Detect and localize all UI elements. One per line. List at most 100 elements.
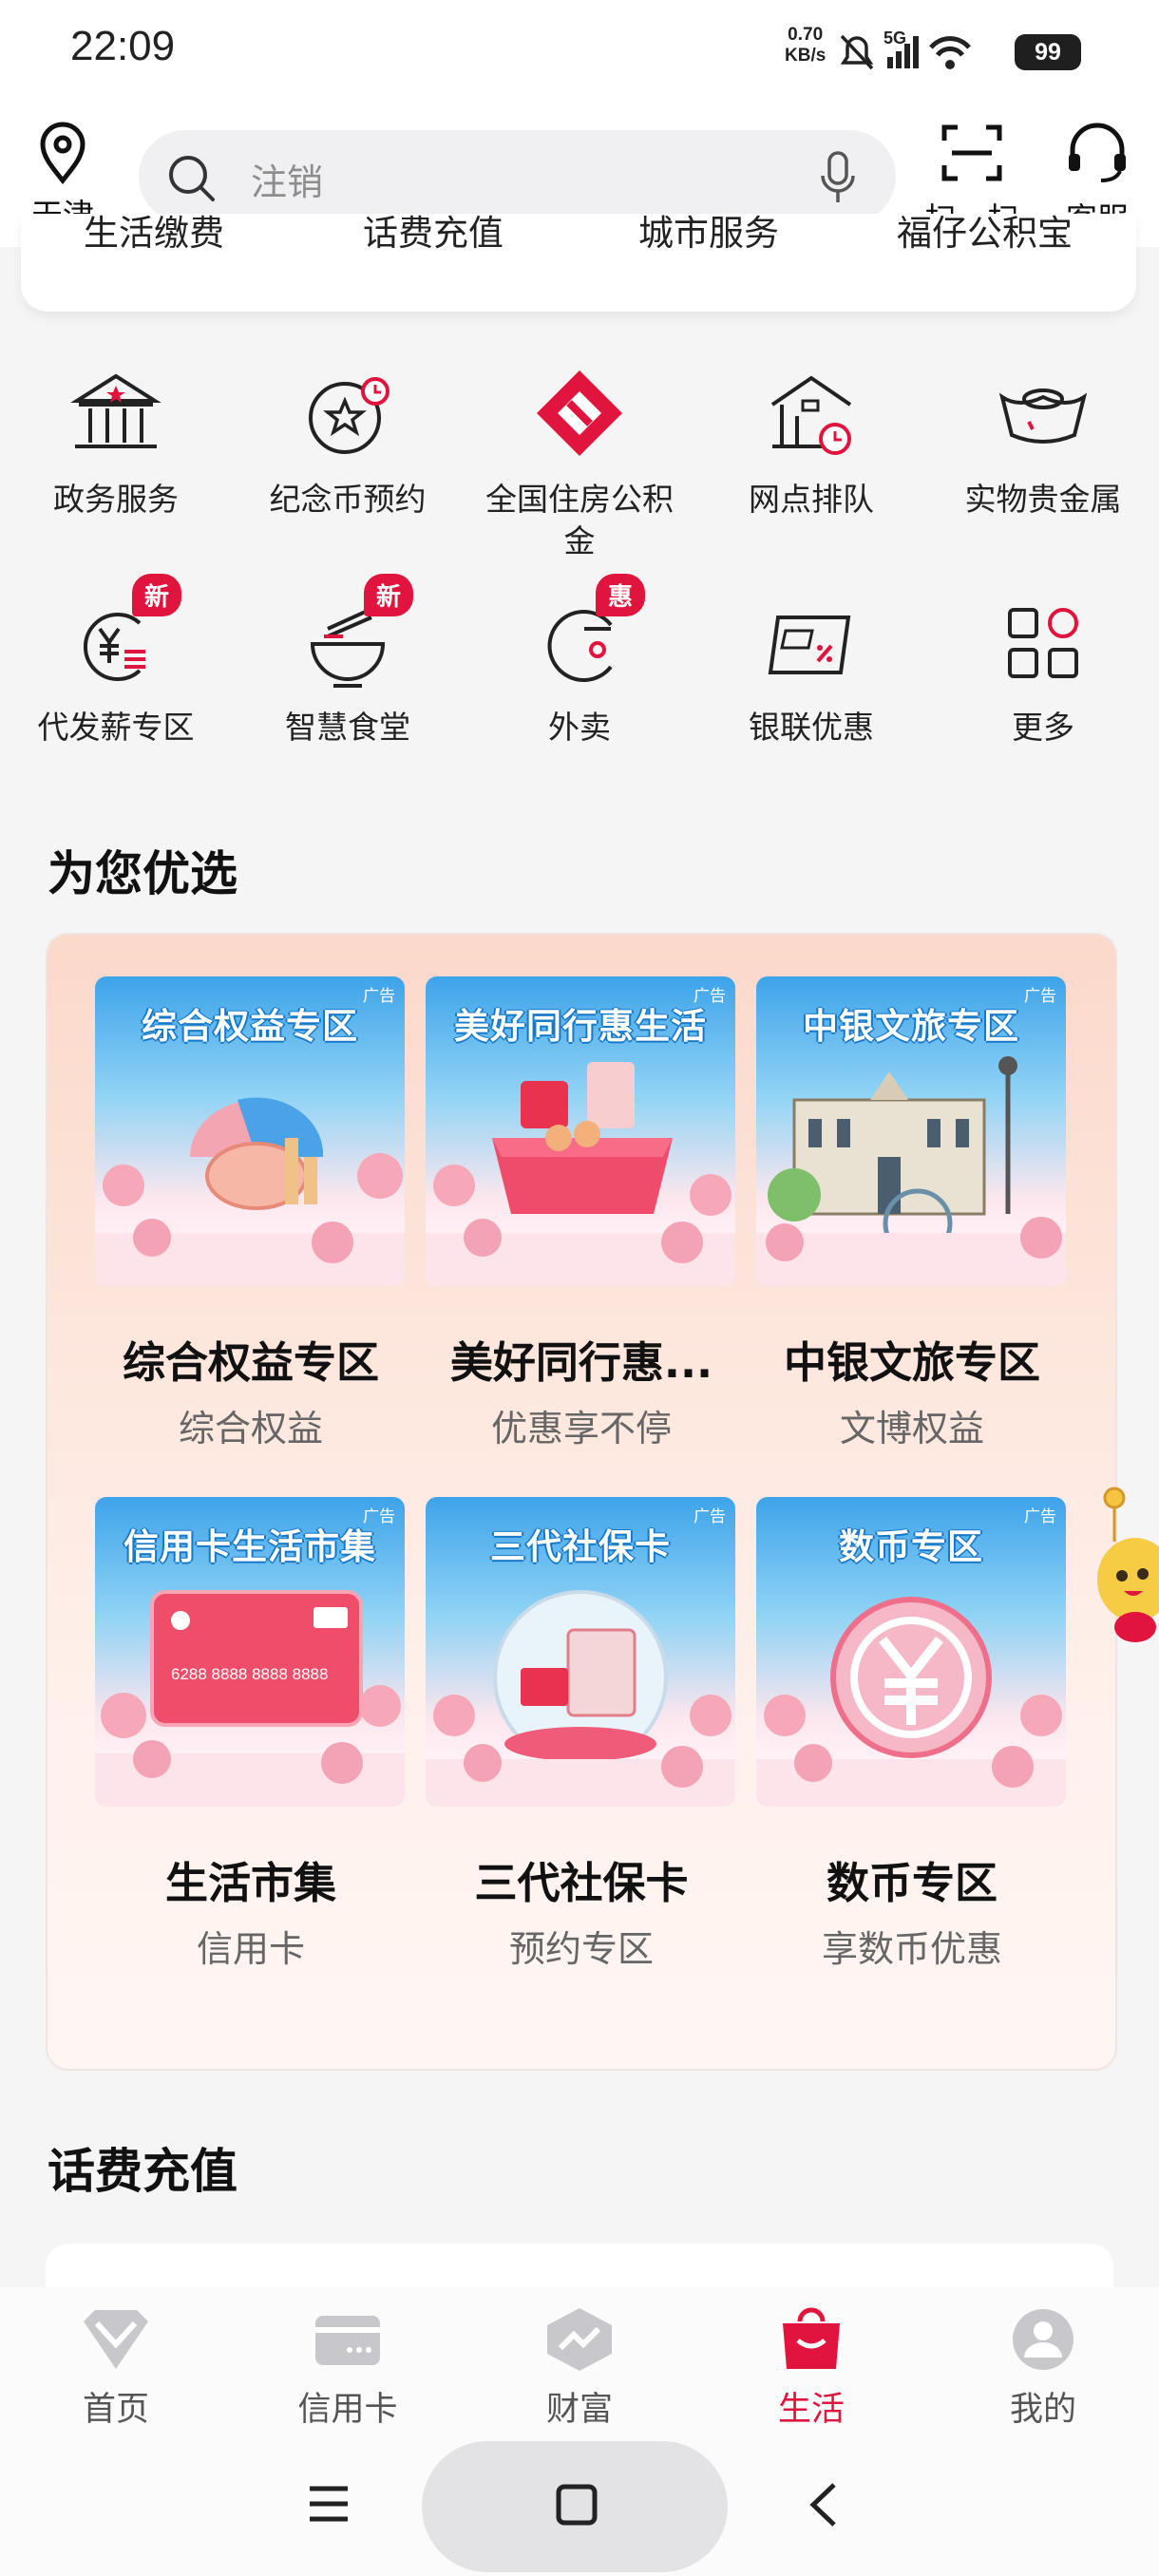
scan-icon	[941, 124, 1002, 181]
ad-tag: 广告	[694, 987, 726, 1006]
service-label: 网点排队	[749, 481, 874, 518]
ad-tag: 广告	[1024, 987, 1056, 1006]
tab-mine[interactable]: 我的	[948, 2306, 1138, 2431]
recommend-card[interactable]: 中银文旅专区 广告 中银文旅专区 文博权益	[756, 976, 1068, 1451]
location-pin-icon	[40, 122, 86, 184]
service-precious-metal[interactable]: 实物贵金属	[929, 363, 1157, 521]
recommend-card-subtitle: 享数币优惠	[821, 1928, 1002, 1970]
microphone-icon[interactable]	[819, 149, 857, 206]
recommend-card-subtitle: 预约专区	[508, 1928, 654, 1970]
recommend-panel: 综合权益专区 广告 综合权益专区 综合权益 美好同行惠生活 广告 美好同行惠..…	[46, 933, 1117, 2071]
service-salary[interactable]: 新 代发薪专区	[2, 574, 230, 748]
search-input[interactable]: 注销	[139, 130, 896, 223]
tab-wealth[interactable]: 财富	[484, 2306, 674, 2431]
recommend-card-subtitle: 信用卡	[196, 1928, 305, 1970]
recommend-card-subtitle: 优惠享不停	[490, 1408, 672, 1449]
service-commemorative-coin[interactable]: 纪念币预约	[234, 363, 462, 521]
category-strip-item[interactable]: 福仔公积宝	[897, 214, 1073, 256]
recommend-card-name: 数币专区	[826, 1858, 998, 1908]
search-icon	[169, 156, 215, 201]
category-strip-item[interactable]: 话费充值	[363, 214, 504, 256]
promo-image: 综合权益专区 广告	[95, 976, 405, 1286]
svg-text:6288 8888 8888 8888: 6288 8888 8888 8888	[171, 1665, 328, 1683]
service-label: 全国住房公积金	[485, 481, 674, 559]
service-housing-fund[interactable]: 全国住房公积金	[466, 363, 694, 562]
digital-yuan-illustration	[756, 1597, 1066, 1807]
floating-mascot[interactable]	[1090, 1485, 1159, 1675]
tab-credit-card[interactable]: 信用卡	[253, 2306, 443, 2431]
mascot-icon	[1097, 1487, 1159, 1642]
recommend-card-name: 综合权益专区	[122, 1337, 379, 1388]
government-building-icon	[70, 373, 162, 448]
menu-icon[interactable]	[306, 2483, 352, 2525]
service-label: 智慧食堂	[285, 709, 410, 746]
service-label: 实物贵金属	[964, 481, 1122, 518]
service-canteen[interactable]: 新 智慧食堂	[234, 574, 462, 748]
topup-title: 话费充值	[48, 2144, 238, 2199]
signal-5g-label: 5G	[884, 28, 906, 47]
commemorative-coin-icon	[309, 377, 390, 454]
wifi-icon	[929, 36, 971, 69]
promo-image-title: 三代社保卡	[490, 1526, 671, 1567]
recommend-card-name: 中银文旅专区	[783, 1337, 1040, 1388]
search-placeholder: 注销	[251, 161, 324, 203]
category-strip-item[interactable]: 生活缴费	[84, 214, 224, 256]
recommend-card-name: 美好同行惠...	[449, 1337, 713, 1388]
back-icon[interactable]	[806, 2481, 840, 2529]
tab-label: 首页	[82, 2391, 149, 2429]
status-time: 22:09	[70, 23, 176, 69]
headset-icon	[1069, 123, 1126, 182]
tab-label: 财富	[545, 2391, 613, 2429]
service-more[interactable]: 更多	[929, 591, 1157, 748]
more-grid-icon	[1008, 608, 1078, 678]
service-label: 代发薪专区	[37, 709, 195, 746]
tab-home[interactable]: 首页	[21, 2306, 211, 2431]
service-label: 纪念币预约	[269, 481, 427, 518]
service-label: 更多	[1012, 709, 1074, 746]
service-branch-queue[interactable]: 网点排队	[697, 363, 925, 521]
recommend-card[interactable]: 美好同行惠生活 广告 美好同行惠... 优惠享不停	[426, 976, 737, 1451]
recommend-card[interactable]: 三代社保卡 广告 三代社保卡 预约专区	[426, 1497, 737, 1972]
category-strip: 生活缴费 话费充值 城市服务 福仔公积宝	[21, 214, 1136, 312]
shopping-bag-icon	[783, 2307, 840, 2369]
battery-indicator: 99	[1015, 34, 1081, 70]
recommend-card-subtitle: 综合权益	[178, 1408, 323, 1449]
ad-tag: 广告	[694, 1507, 726, 1526]
category-strip-item[interactable]: 城市服务	[638, 214, 779, 256]
credit-card-illustration: 6288 8888 8888 8888	[95, 1590, 405, 1807]
ad-tag: 广告	[363, 987, 395, 1006]
service-government[interactable]: 政务服务	[2, 363, 230, 521]
promo-image-title: 信用卡生活市集	[124, 1526, 376, 1567]
gold-ingot-icon	[998, 388, 1088, 444]
credit-card-icon	[315, 2316, 380, 2365]
promo-image-title: 中银文旅专区	[803, 1006, 1019, 1047]
status-icons: 5G	[838, 25, 1009, 85]
new-badge: 新	[132, 574, 182, 616]
service-unionpay[interactable]: 银联优惠	[697, 591, 925, 748]
service-takeout[interactable]: 惠 外卖	[466, 574, 694, 748]
housing-fund-icon	[537, 370, 622, 456]
recommend-card[interactable]: 数币专区 广告 数币专区 享数币优惠	[756, 1497, 1068, 1972]
shopping-basket-illustration	[426, 1062, 735, 1286]
ad-tag: 广告	[363, 1507, 395, 1526]
home-diamond-icon	[84, 2310, 148, 2369]
recommend-card[interactable]: 综合权益专区 广告 综合权益专区 综合权益	[95, 976, 407, 1451]
network-speed-value: 0.70	[788, 25, 824, 45]
tab-life[interactable]: 生活	[716, 2306, 906, 2431]
tab-label: 生活	[777, 2391, 845, 2429]
service-label: 银联优惠	[749, 709, 874, 746]
social-security-card-illustration	[426, 1590, 735, 1807]
service-label: 政务服务	[53, 481, 179, 518]
promo-image: 美好同行惠生活 广告	[426, 976, 735, 1286]
museum-illustration	[756, 1056, 1066, 1286]
recommend-card[interactable]: 信用卡生活市集 广告 6288 8888 8888 8888 生活市集 信用卡	[95, 1497, 407, 1972]
profile-icon	[1013, 2309, 1074, 2370]
promo-image: 数币专区 广告	[756, 1497, 1066, 1807]
network-speed: 0.70 KB/s	[785, 25, 826, 66]
unionpay-card-icon	[768, 616, 851, 674]
promo-image: 中银文旅专区 广告	[756, 976, 1066, 1286]
recommend-card-subtitle: 文博权益	[839, 1408, 984, 1449]
promo-image-title: 综合权益专区	[142, 1006, 358, 1047]
recommend-card-name: 三代社保卡	[474, 1858, 689, 1908]
wealth-chart-icon	[547, 2308, 612, 2371]
